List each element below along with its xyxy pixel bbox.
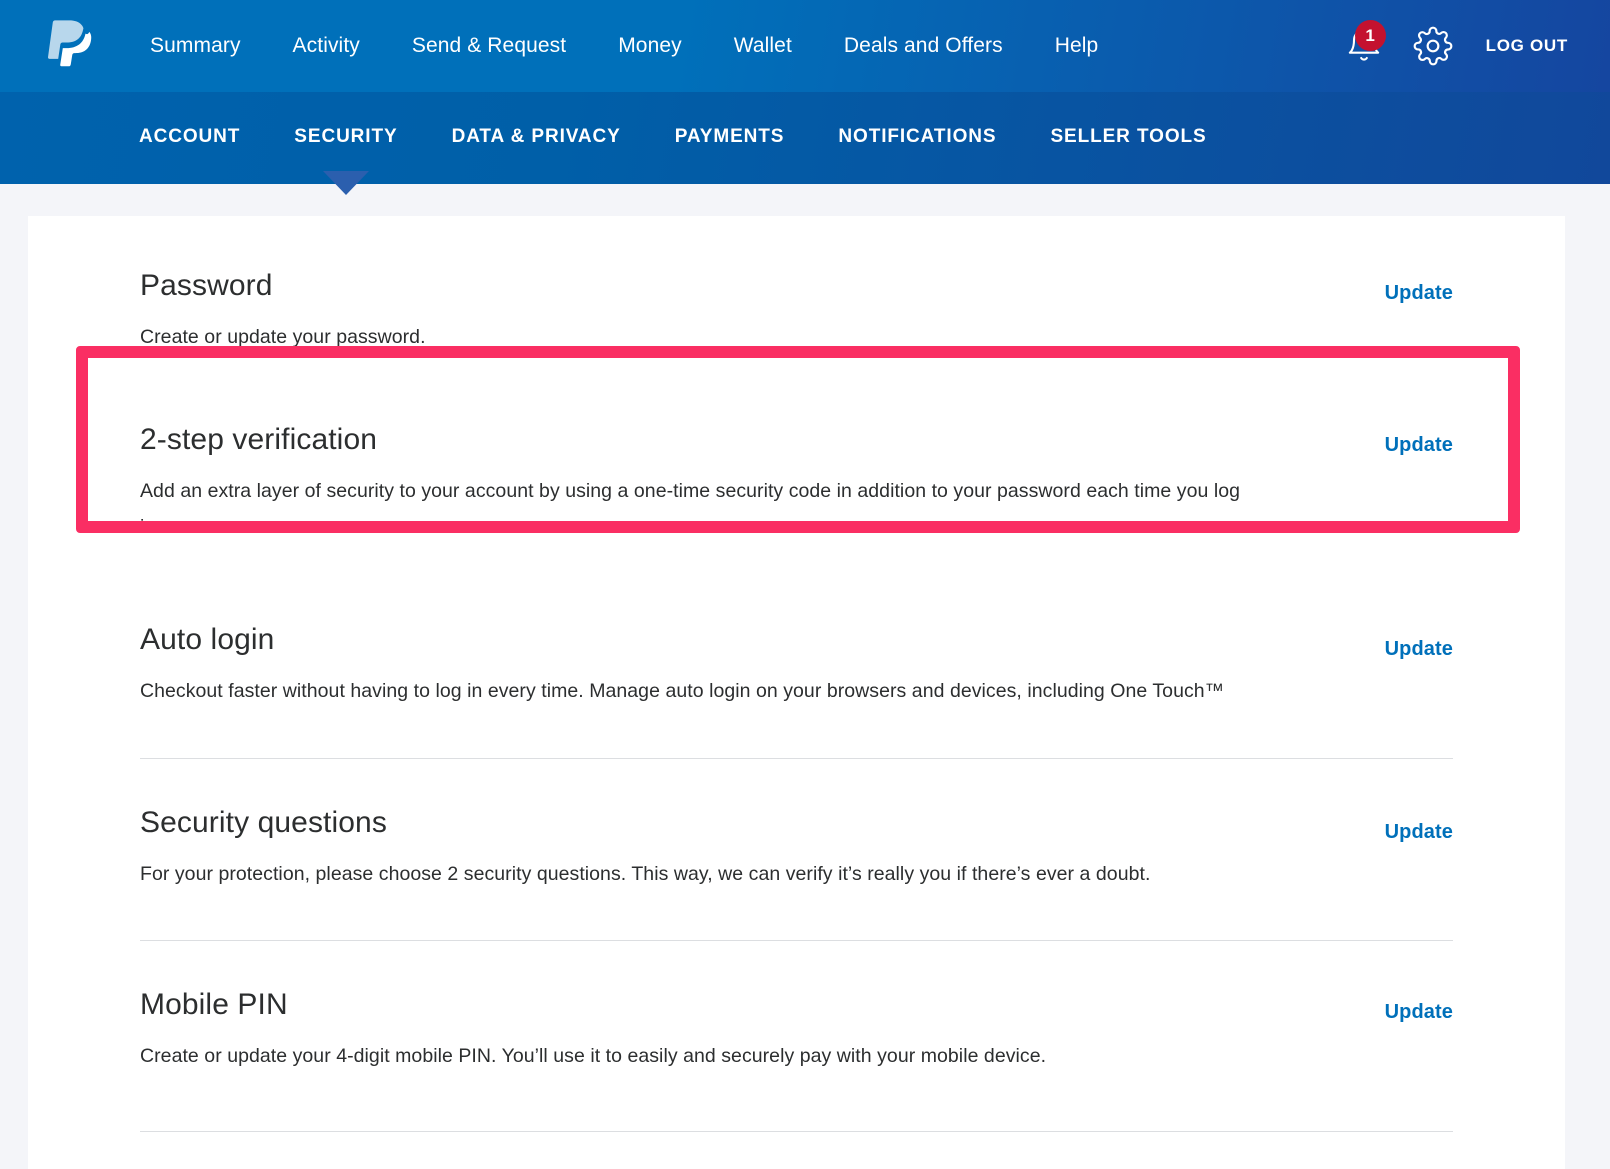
- settings-button[interactable]: [1406, 20, 1460, 72]
- settings-row-auto-login-description: Checkout faster without having to log in…: [140, 679, 1225, 702]
- settings-row-mobile-pin-description: Create or update your 4-digit mobile PIN…: [140, 1045, 1047, 1068]
- settings-row-auto-login-text: Auto login Checkout faster without havin…: [140, 622, 1224, 710]
- settings-subnav: ACCOUNT SECURITY DATA & PRIVACY PAYMENTS…: [0, 92, 1610, 195]
- nav-item-send-and-request[interactable]: Send & Request: [386, 28, 592, 64]
- settings-row-password-text: Password Create or update your password.: [140, 268, 426, 356]
- settings-row-two-step-verification-description: Add an extra layer of security to your a…: [140, 479, 1241, 539]
- subnav-item-seller-tools[interactable]: SELLER TOOLS: [1023, 122, 1233, 152]
- update-mobile-pin-link[interactable]: Update: [1385, 1001, 1453, 1024]
- settings-row-password: Password Create or update your password.…: [28, 216, 1565, 356]
- nav-item-summary[interactable]: Summary: [124, 28, 267, 64]
- divider-after-mobile-pin: [140, 1130, 1453, 1132]
- security-settings-card: Password Create or update your password.…: [28, 216, 1565, 1169]
- update-two-step-verification-link[interactable]: Update: [1385, 434, 1453, 457]
- log-out-button[interactable]: LOG OUT: [1486, 36, 1568, 56]
- nav-item-deals-and-offers[interactable]: Deals and Offers: [818, 28, 1029, 64]
- update-auto-login-link[interactable]: Update: [1385, 638, 1453, 661]
- settings-row-two-step-verification-text: 2-step verification Add an extra layer o…: [140, 422, 1260, 546]
- subnav-item-notifications[interactable]: NOTIFICATIONS: [811, 122, 1023, 152]
- subnav-item-payments[interactable]: PAYMENTS: [648, 122, 812, 152]
- settings-row-security-questions-description: For your protection, please choose 2 sec…: [140, 862, 1151, 885]
- nav-item-help[interactable]: Help: [1029, 28, 1125, 64]
- update-security-questions-link[interactable]: Update: [1385, 821, 1453, 844]
- settings-row-security-questions: Security questions For your protection, …: [28, 759, 1565, 941]
- gear-icon: [1413, 26, 1452, 66]
- subnav-item-security-label: SECURITY: [294, 126, 398, 147]
- settings-row-password-title: Password: [140, 269, 273, 302]
- settings-row-auto-login: Auto login Checkout faster without havin…: [28, 546, 1565, 758]
- paypal-logo-icon[interactable]: [48, 20, 94, 72]
- settings-row-auto-login-title: Auto login: [140, 622, 275, 656]
- subnav-item-account[interactable]: ACCOUNT: [112, 122, 267, 152]
- subnav-item-security[interactable]: SECURITY: [267, 122, 424, 195]
- nav-item-wallet[interactable]: Wallet: [708, 28, 818, 64]
- update-password-link[interactable]: Update: [1385, 282, 1453, 305]
- active-tab-caret-icon: [322, 171, 369, 195]
- top-header: Summary Activity Send & Request Money Wa…: [0, 0, 1610, 92]
- settings-rows: Password Create or update your password.…: [28, 216, 1565, 1132]
- page-body: Password Create or update your password.…: [0, 184, 1610, 1169]
- settings-row-mobile-pin: Mobile PIN Create or update your 4-digit…: [28, 941, 1565, 1131]
- settings-row-two-step-verification-title: 2-step verification: [140, 422, 378, 456]
- settings-row-mobile-pin-title: Mobile PIN: [140, 988, 288, 1022]
- notification-count-badge: 1: [1354, 20, 1386, 51]
- settings-row-mobile-pin-text: Mobile PIN Create or update your 4-digit…: [140, 987, 1046, 1075]
- notifications-button[interactable]: 1: [1338, 20, 1390, 72]
- nav-item-money[interactable]: Money: [592, 28, 708, 64]
- settings-row-security-questions-text: Security questions For your protection, …: [140, 805, 1150, 893]
- settings-row-password-description: Create or update your password.: [140, 326, 426, 348]
- subnav-item-data-and-privacy[interactable]: DATA & PRIVACY: [425, 122, 648, 152]
- settings-row-security-questions-title: Security questions: [140, 805, 387, 839]
- main-navigation: Summary Activity Send & Request Money Wa…: [124, 28, 1338, 64]
- header-actions: 1 LOG OUT: [1338, 20, 1568, 72]
- settings-row-two-step-verification: 2-step verification Add an extra layer o…: [28, 356, 1565, 546]
- nav-item-activity[interactable]: Activity: [267, 28, 386, 64]
